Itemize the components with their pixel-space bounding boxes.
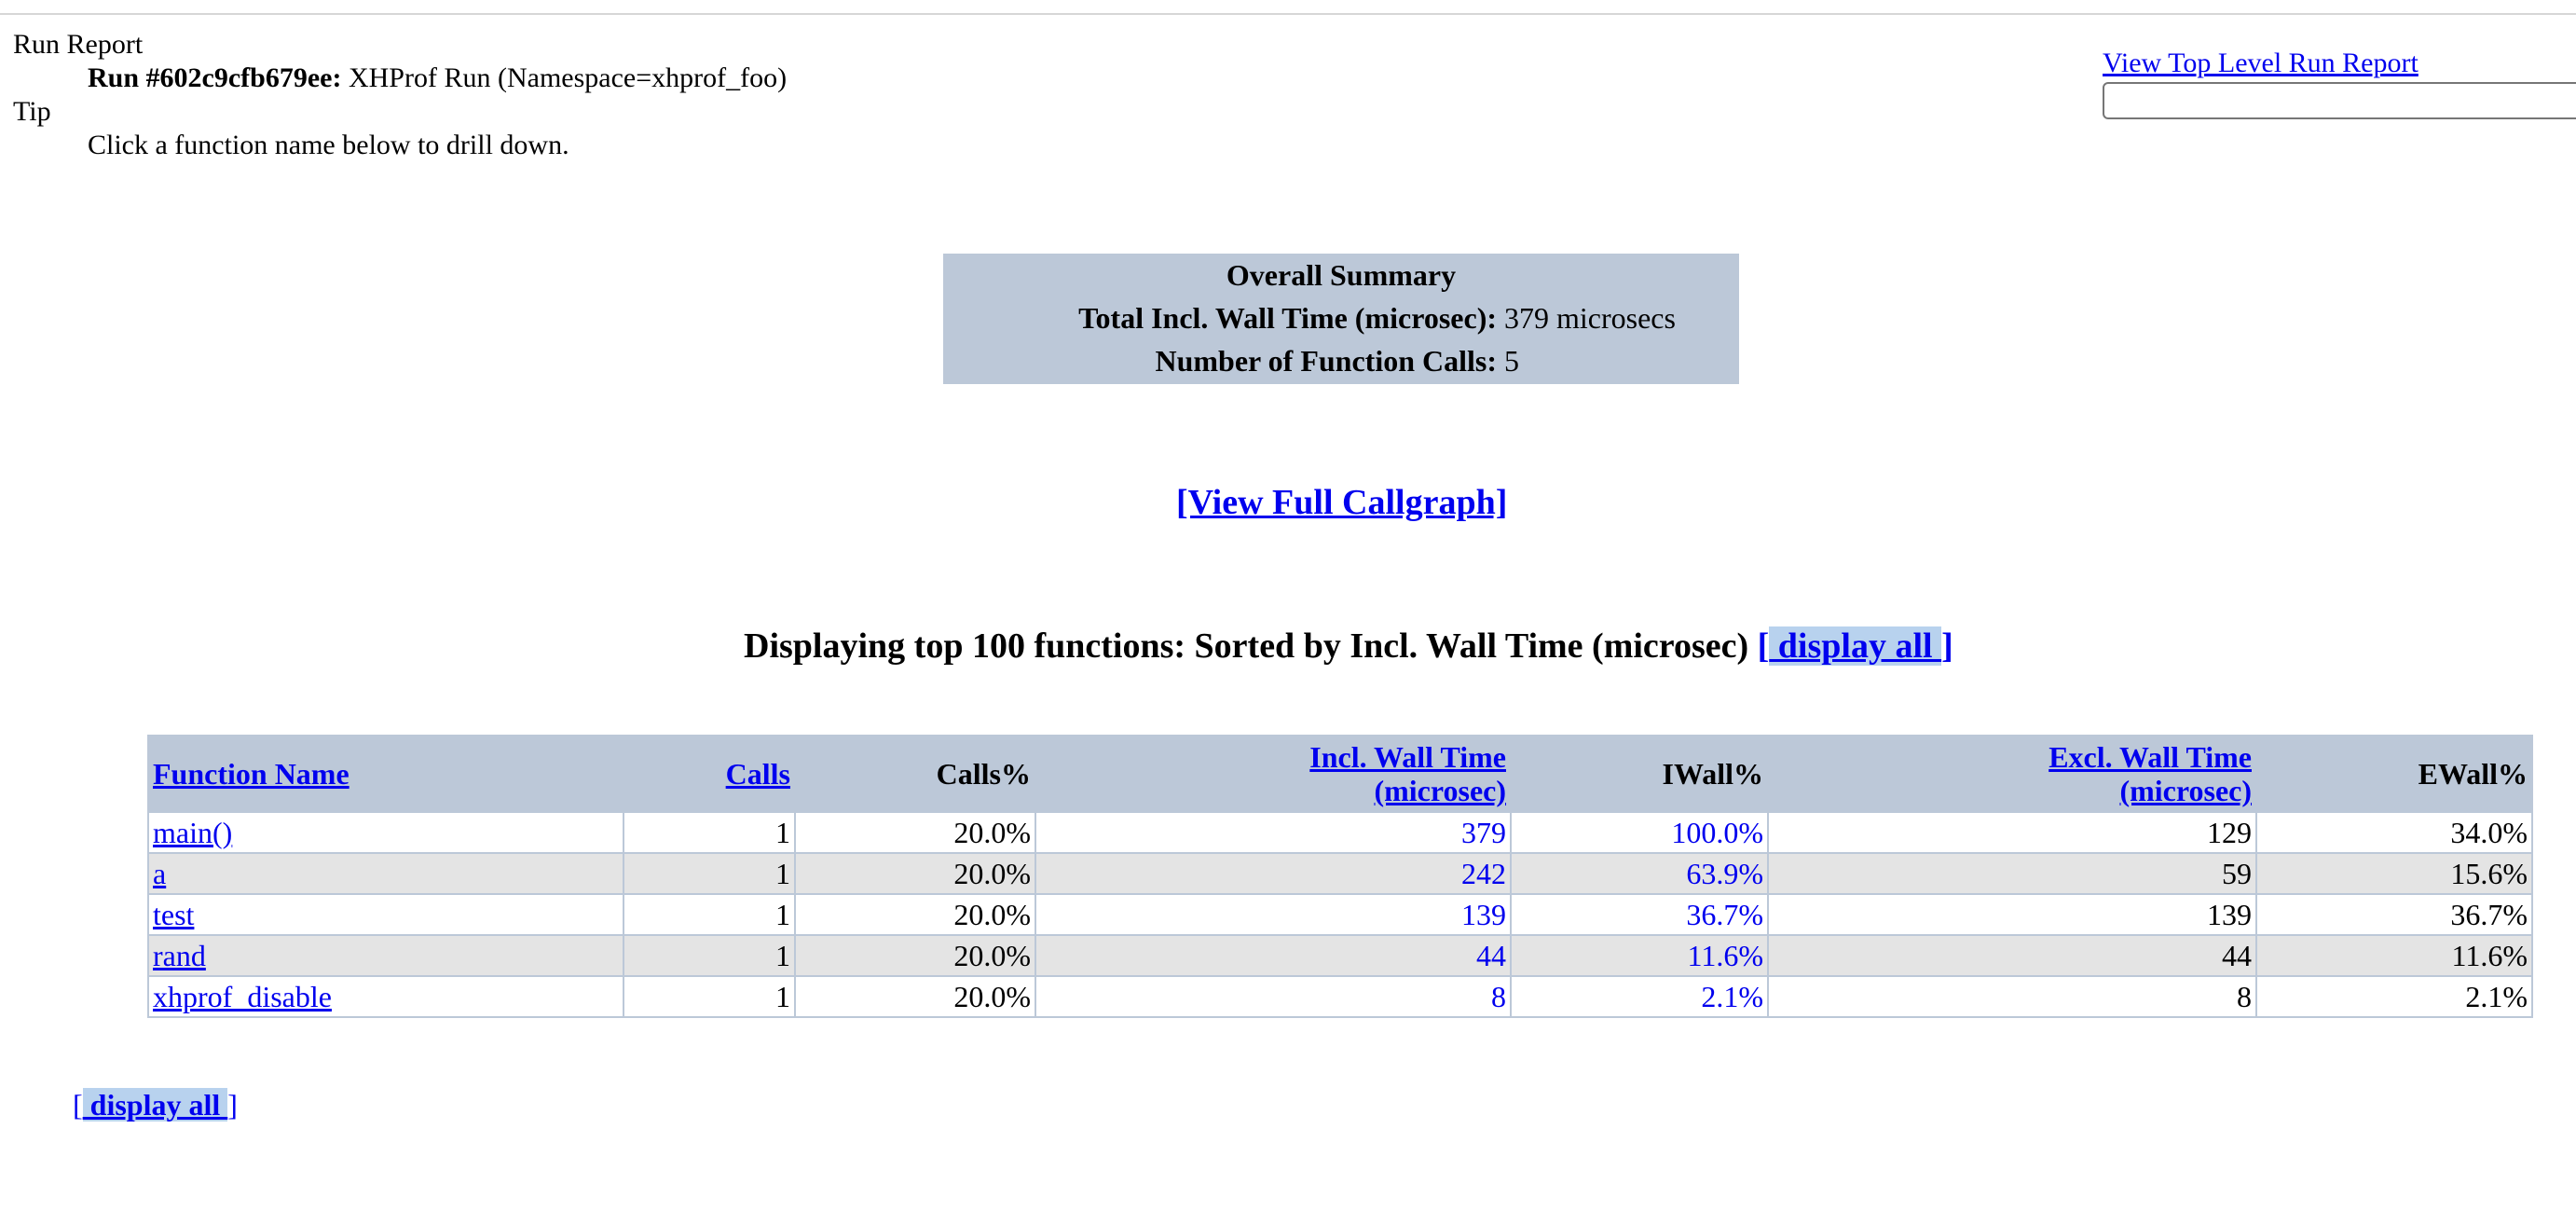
column-header-calls[interactable]: Calls [623,735,796,813]
summary-title: Overall Summary [1226,258,1457,292]
display-all-bracket-close: ] [1941,626,1953,666]
function-name-cell[interactable]: rand [147,934,624,977]
ewall-pct-cell: 34.0% [2255,811,2533,854]
ewall-pct-cell: 2.1% [2255,975,2533,1018]
excl-wall-time-cell: 129 [1767,811,2257,854]
summary-label: Number of Function Calls: [1155,344,1497,378]
display-all-link[interactable]: display all [1769,626,1942,666]
footer-display-all-bracket-open: [ [73,1088,83,1122]
excl-wall-time-label-line2: (microsec) [2119,774,2252,807]
summary-label: Total Incl. Wall Time (microsec): [1078,301,1497,335]
column-header-iwall-pct: IWall% [1510,735,1769,813]
column-header-function-name[interactable]: Function Name [147,735,624,813]
excl-wall-time-cell: 59 [1767,852,2257,895]
iwall-pct-cell: 63.9% [1510,852,1769,895]
column-header-incl-wall-time[interactable]: Incl. Wall Time (microsec) [1035,735,1512,813]
function-link[interactable]: rand [153,939,206,972]
calls-cell: 1 [623,811,796,854]
function-link[interactable]: a [153,857,166,890]
summary-row-total-wall-time: Total Incl. Wall Time (microsec): 379 mi… [943,296,1739,339]
listing-heading: Displaying top 100 functions: Sorted by … [744,625,1953,668]
incl-wall-time-label-line1: Incl. Wall Time [1309,740,1506,774]
run-description: XHProf Run (Namespace=xhprof_foo) [348,62,788,93]
view-top-level-run-report-link[interactable]: View Top Level Run Report [2103,47,2418,80]
iwall-pct-cell: 2.1% [1510,975,1769,1018]
function-search-input[interactable] [2103,82,2576,119]
tip-text: Click a function name below to drill dow… [88,130,569,160]
function-name-cell[interactable]: a [147,852,624,895]
ewall-pct-cell: 36.7% [2255,893,2533,936]
function-name-cell[interactable]: xhprof_disable [147,975,624,1018]
function-link[interactable]: test [153,898,194,931]
table-row: a 1 20.0% 242 63.9% 59 15.6% [147,852,2533,895]
calls-pct-cell: 20.0% [794,811,1036,854]
run-report-label: Run Report [13,29,144,60]
calls-cell: 1 [623,893,796,936]
calls-pct-cell: 20.0% [794,852,1036,895]
excl-wall-time-cell: 44 [1767,934,2257,977]
calls-pct-cell: 20.0% [794,893,1036,936]
incl-wall-time-cell: 44 [1035,934,1512,977]
ewall-pct-cell: 11.6% [2255,934,2533,977]
incl-wall-time-cell: 242 [1035,852,1512,895]
view-full-callgraph-link[interactable]: [View Full Callgraph] [1176,481,1507,524]
incl-wall-time-label-line2: (microsec) [1374,774,1506,807]
excl-wall-time-cell: 139 [1767,893,2257,936]
sort-by-incl-wall-time-link[interactable]: Incl. Wall Time (microsec) [1309,740,1506,807]
run-title: Run #602c9cfb679ee: XHProf Run (Namespac… [88,62,787,95]
calls-pct-cell: 20.0% [794,975,1036,1018]
overall-summary-box: Overall Summary Total Incl. Wall Time (m… [943,254,1739,384]
ewall-pct-cell: 15.6% [2255,852,2533,895]
table-row: main() 1 20.0% 379 100.0% 129 34.0% [147,811,2533,854]
incl-wall-time-cell: 379 [1035,811,1512,854]
sort-by-function-name-link[interactable]: Function Name [153,757,349,791]
calls-pct-cell: 20.0% [794,934,1036,977]
column-header-excl-wall-time[interactable]: Excl. Wall Time (microsec) [1767,735,2257,813]
excl-wall-time-label-line1: Excl. Wall Time [2048,740,2252,774]
function-table: Function Name Calls Calls% Incl. Wall Ti… [147,735,2533,1018]
display-all-bracket-open: [ [1757,626,1770,666]
sort-by-calls-link[interactable]: Calls [726,757,790,791]
table-row: xhprof_disable 1 20.0% 8 2.1% 8 2.1% [147,975,2533,1018]
table-header-row: Function Name Calls Calls% Incl. Wall Ti… [147,735,2533,813]
iwall-pct-cell: 100.0% [1510,811,1769,854]
function-name-cell[interactable]: main() [147,811,624,854]
calls-cell: 1 [623,975,796,1018]
calls-cell: 1 [623,934,796,977]
iwall-pct-cell: 36.7% [1510,893,1769,936]
excl-wall-time-cell: 8 [1767,975,2257,1018]
footer-display-all: [ display all ] [73,1085,238,1124]
function-name-cell[interactable]: test [147,893,624,936]
run-id: Run #602c9cfb679ee: [88,62,342,93]
incl-wall-time-cell: 8 [1035,975,1512,1018]
summary-value: 5 [1504,344,1519,378]
calls-cell: 1 [623,852,796,895]
footer-display-all-link[interactable]: display all [82,1088,228,1122]
summary-value: 379 microsecs [1504,301,1676,335]
incl-wall-time-cell: 139 [1035,893,1512,936]
column-header-ewall-pct: EWall% [2255,735,2533,813]
tip-label: Tip [13,96,51,127]
sort-by-excl-wall-time-link[interactable]: Excl. Wall Time (microsec) [2048,740,2252,807]
top-divider [0,13,2576,15]
table-row: test 1 20.0% 139 36.7% 139 36.7% [147,893,2533,936]
listing-heading-text: Displaying top 100 functions: Sorted by … [744,626,1749,666]
column-header-calls-pct: Calls% [794,735,1036,813]
table-row: rand 1 20.0% 44 11.6% 44 11.6% [147,934,2533,977]
footer-display-all-bracket-close: ] [227,1088,238,1122]
iwall-pct-cell: 11.6% [1510,934,1769,977]
function-link[interactable]: xhprof_disable [153,980,332,1013]
summary-row-function-calls: Number of Function Calls: 5 [943,339,1739,382]
function-link[interactable]: main() [153,816,232,849]
